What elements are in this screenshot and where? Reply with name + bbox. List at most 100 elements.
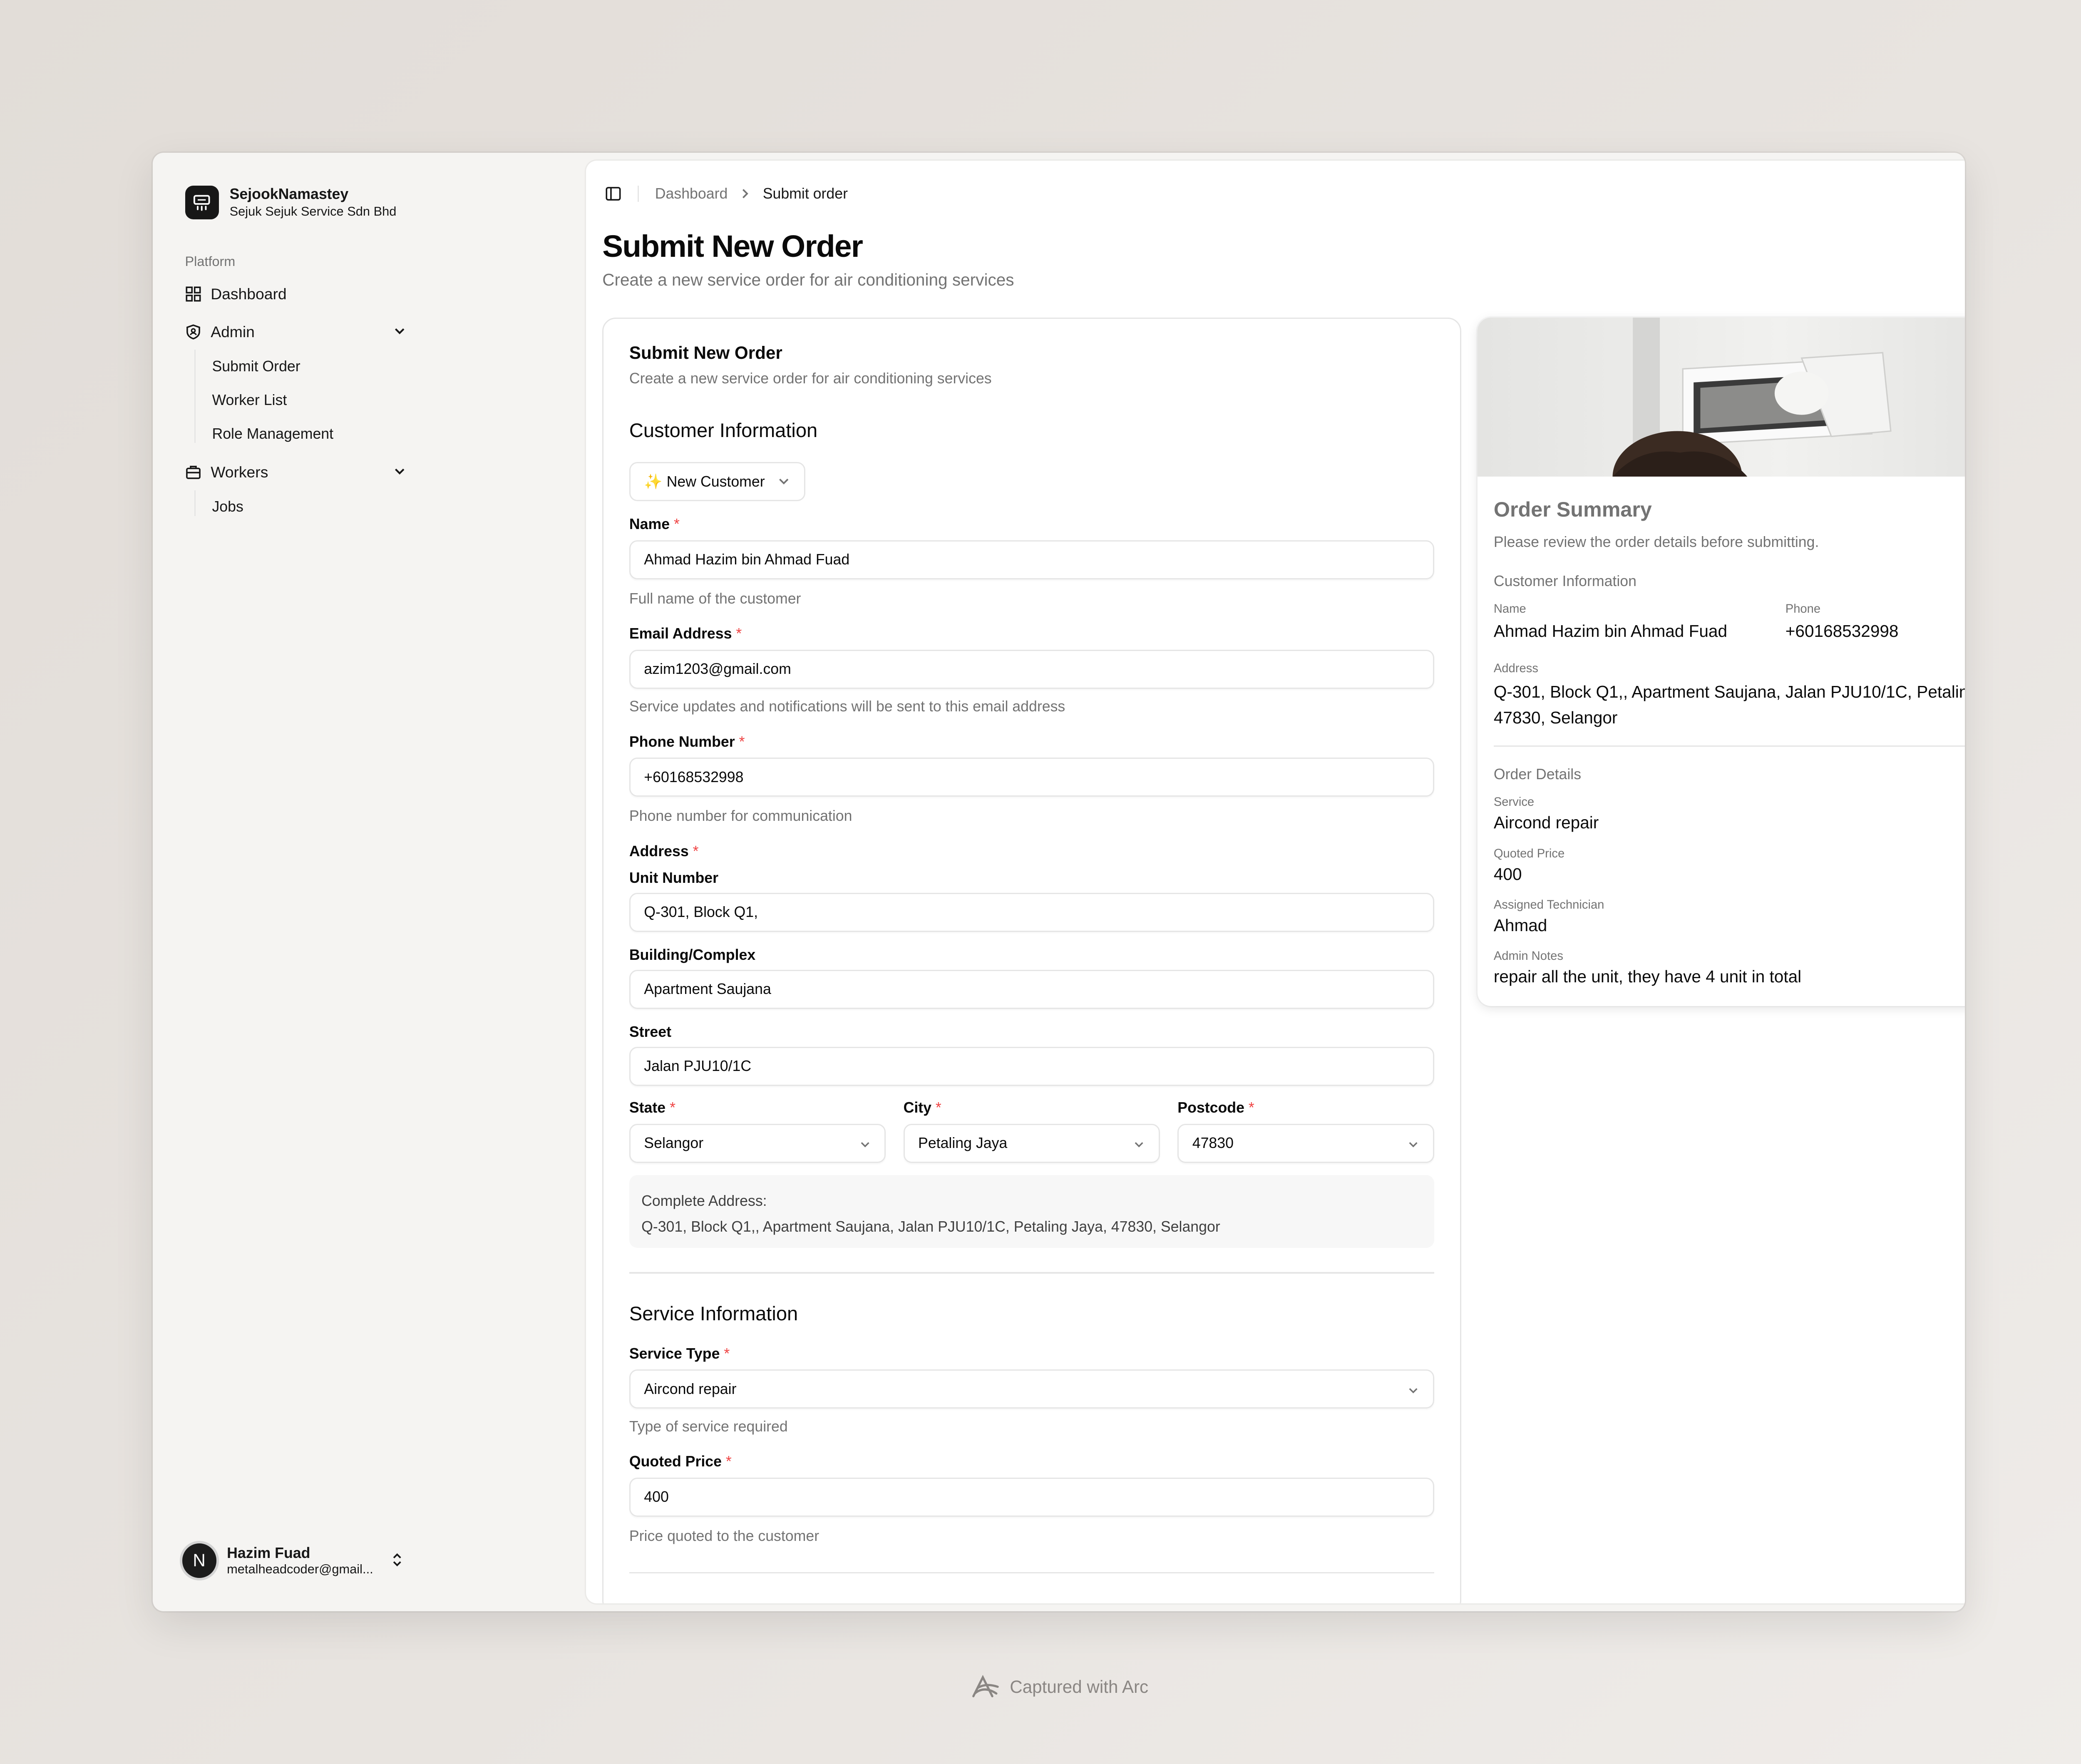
aircon-technician-image bbox=[1477, 317, 1965, 523]
submenu-guide bbox=[194, 490, 196, 516]
phone-input[interactable]: +60168532998 bbox=[629, 758, 1434, 797]
summary-technician: Ahmad bbox=[1493, 916, 1547, 935]
customer-type-value: ✨ New Customer bbox=[644, 473, 765, 490]
chevrons-up-down-icon bbox=[393, 1553, 401, 1567]
breadcrumb: Dashboard Submit order bbox=[605, 185, 848, 202]
summary-phone: +60168532998 bbox=[1785, 621, 1899, 641]
summary-service-label: Service bbox=[1493, 795, 1535, 809]
name-input[interactable]: Ahmad Hazim bin Ahmad Fuad bbox=[629, 540, 1434, 579]
user-email: metalheadcoder@gmail... bbox=[227, 1561, 373, 1576]
name-label: Name * bbox=[629, 516, 680, 533]
sidebar-item-label: Admin bbox=[211, 323, 255, 340]
summary-subtitle: Please review the order details before s… bbox=[1493, 533, 1819, 550]
sidebar-item-jobs[interactable]: Jobs bbox=[212, 498, 243, 515]
summary-service: Aircond repair bbox=[1493, 813, 1599, 832]
capture-footer: Captured with Arc bbox=[0, 1673, 2081, 1700]
shield-user-icon bbox=[186, 324, 200, 340]
state-select[interactable]: Selangor bbox=[629, 1123, 886, 1163]
building-label: Building/Complex bbox=[629, 947, 756, 964]
summary-price: 400 bbox=[1493, 864, 1522, 884]
sidebar-item-submit-order[interactable]: Submit Order bbox=[212, 358, 300, 375]
phone-hint: Phone number for communication bbox=[629, 807, 852, 825]
order-summary-card: Order Summary Please review the order de… bbox=[1477, 317, 1965, 1006]
service-section-heading: Service Information bbox=[629, 1302, 798, 1324]
summary-title: Order Summary bbox=[1493, 497, 1652, 522]
breadcrumb-current: Submit order bbox=[762, 185, 848, 202]
street-label: Street bbox=[629, 1024, 672, 1041]
chevron-right-icon bbox=[743, 189, 749, 199]
state-label: State * bbox=[629, 1099, 675, 1116]
unit-input[interactable]: Q-301, Block Q1, bbox=[629, 892, 1434, 932]
city-value: Petaling Jaya bbox=[918, 1135, 1008, 1152]
page-title: Submit New Order bbox=[602, 229, 863, 264]
chevron-down-icon bbox=[861, 1142, 869, 1148]
arc-logo-icon bbox=[972, 1675, 999, 1698]
quoted-price-input[interactable]: 400 bbox=[629, 1477, 1434, 1517]
brand-switcher[interactable]: SejookNamastey Sejuk Sejuk Service Sdn B… bbox=[185, 185, 397, 220]
capture-footer-text: Captured with Arc bbox=[1010, 1677, 1149, 1697]
email-field[interactable]: azim1203@gmail.com bbox=[629, 649, 1434, 689]
sidebar-toggle-icon[interactable] bbox=[605, 186, 621, 202]
summary-name: Ahmad Hazim bin Ahmad Fuad bbox=[1493, 621, 1728, 641]
service-type-value: Aircond repair bbox=[644, 1380, 737, 1397]
street-input[interactable]: Jalan PJU10/1C bbox=[629, 1046, 1434, 1086]
chevron-down-icon bbox=[1409, 1142, 1418, 1148]
unit-label: Unit Number bbox=[629, 870, 718, 887]
order-form-card: Submit New Order Create a new service or… bbox=[602, 317, 1461, 1603]
city-label: City * bbox=[903, 1099, 941, 1116]
chevron-down-icon bbox=[1409, 1388, 1418, 1393]
service-type-label: Service Type * bbox=[629, 1345, 730, 1362]
form-description: Create a new service order for air condi… bbox=[629, 370, 992, 387]
service-type-hint: Type of service required bbox=[629, 1418, 788, 1435]
email-hint: Service updates and notifications will b… bbox=[629, 698, 1065, 715]
briefcase-icon bbox=[186, 466, 201, 479]
state-value: Selangor bbox=[644, 1135, 704, 1152]
summary-notes: repair all the unit, they have 4 unit in… bbox=[1493, 967, 1802, 986]
sidebar: SejookNamastey Sejuk Sejuk Service Sdn B… bbox=[161, 161, 431, 1603]
submenu-guide bbox=[194, 350, 196, 443]
sidebar-item-dashboard[interactable]: Dashboard bbox=[185, 285, 412, 303]
postcode-label: Postcode * bbox=[1177, 1099, 1254, 1116]
chevron-down-icon bbox=[395, 469, 405, 475]
summary-address-label: Address bbox=[1493, 661, 1538, 675]
summary-order-heading: Order Details bbox=[1493, 765, 1582, 783]
sidebar-item-admin[interactable]: Admin bbox=[185, 323, 412, 341]
customer-type-select[interactable]: ✨ New Customer bbox=[629, 462, 805, 501]
page-subtitle: Create a new service order for air condi… bbox=[602, 270, 1014, 289]
summary-notes-label: Admin Notes bbox=[1493, 949, 1563, 963]
customer-section-heading: Customer Information bbox=[629, 419, 818, 441]
summary-price-label: Quoted Price bbox=[1493, 847, 1565, 860]
form-title: Submit New Order bbox=[629, 343, 782, 363]
chevron-down-icon bbox=[395, 328, 405, 334]
building-input[interactable]: Apartment Saujana bbox=[629, 969, 1434, 1009]
service-type-select[interactable]: Aircond repair bbox=[629, 1369, 1434, 1409]
avatar: N bbox=[179, 1541, 219, 1580]
sidebar-item-label: Workers bbox=[211, 463, 268, 481]
summary-divider bbox=[1493, 745, 1965, 747]
sidebar-item-worker-list[interactable]: Worker List bbox=[212, 392, 287, 409]
sidebar-item-label: Dashboard bbox=[211, 285, 287, 303]
phone-label: Phone Number * bbox=[629, 733, 745, 750]
address-label: Address * bbox=[629, 842, 699, 860]
brand-logo-icon bbox=[185, 186, 219, 220]
name-hint: Full name of the customer bbox=[629, 590, 801, 607]
complete-address-value: Q-301, Block Q1,, Apartment Saujana, Jal… bbox=[641, 1218, 1220, 1235]
brand-name: SejookNamastey bbox=[229, 185, 349, 202]
postcode-select[interactable]: 47830 bbox=[1177, 1123, 1434, 1163]
summary-phone-label: Phone bbox=[1785, 602, 1821, 616]
brand-company: Sejuk Sejuk Service Sdn Bhd bbox=[229, 204, 397, 219]
summary-technician-label: Assigned Technician bbox=[1493, 898, 1604, 912]
dashboard-icon bbox=[186, 286, 201, 302]
user-name: Hazim Fuad bbox=[227, 1544, 310, 1561]
chevron-down-icon bbox=[779, 479, 789, 485]
summary-address: Q-301, Block Q1,, Apartment Saujana, Jal… bbox=[1493, 682, 1965, 727]
sidebar-item-workers[interactable]: Workers bbox=[185, 463, 412, 481]
postcode-value: 47830 bbox=[1192, 1135, 1234, 1152]
section-divider bbox=[629, 1272, 1434, 1274]
user-menu[interactable]: N Hazim Fuad metalheadcoder@gmail... bbox=[179, 1541, 412, 1580]
nav-group-label: Platform bbox=[185, 254, 236, 269]
breadcrumb-dashboard[interactable]: Dashboard bbox=[655, 185, 728, 202]
city-select[interactable]: Petaling Jaya bbox=[903, 1123, 1160, 1163]
summary-name-label: Name bbox=[1493, 602, 1526, 616]
sidebar-item-role-management[interactable]: Role Management bbox=[212, 425, 333, 442]
